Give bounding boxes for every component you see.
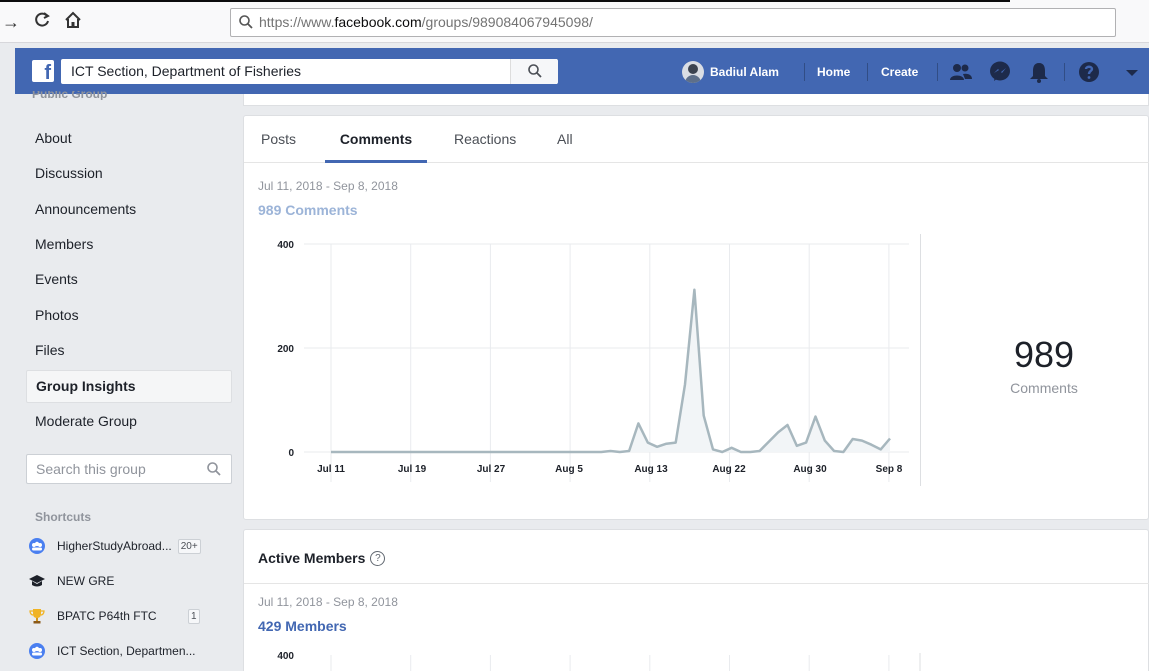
area-fill [331,289,890,452]
summary-label: Comments [1010,380,1078,396]
url-domain: facebook.com [334,14,422,30]
insights-tabs: Posts Comments Reactions All [244,116,1149,163]
date-range: Jul 11, 2018 - Sep 8, 2018 [258,595,398,609]
shortcut-label: HigherStudyAbroad... [57,539,172,553]
sidebar-item-moderate-group[interactable]: Moderate Group [26,405,232,438]
profile-link[interactable]: Badiul Alam [682,60,779,84]
shortcut-item[interactable]: HigherStudyAbroad... 20+ [28,535,238,557]
sidebar-item-discussion[interactable]: Discussion [26,157,232,190]
x-tick-label: Jul 27 [477,464,506,475]
divider [937,63,938,81]
members-chart: 400 [277,651,921,671]
trophy-icon [29,609,45,624]
divider [1064,63,1065,81]
facebook-search-button[interactable] [510,59,558,84]
chart-divider [920,234,921,486]
active-members-card: Active Members ? Jul 11, 2018 - Sep 8, 2… [243,529,1149,671]
y-tick-label: 400 [277,240,294,251]
shortcut-item[interactable]: ICT Section, Departmen... [28,640,238,662]
home-icon[interactable] [62,11,84,33]
url-bar[interactable]: https://www.facebook.com/groups/98908406… [230,8,1116,37]
sidebar-item-members[interactable]: Members [26,228,232,261]
create-link[interactable]: Create [881,60,918,84]
url-path: /groups/989084067945098/ [421,14,593,30]
friend-requests-icon[interactable] [949,60,973,84]
divider [867,63,868,81]
notification-badge: 1 [188,608,200,624]
comments-count: 989 Comments [258,202,358,218]
shortcut-label: BPATC P64th FTC [57,609,157,623]
home-link[interactable]: Home [817,60,850,84]
shortcut-label: ICT Section, Departmen... [57,644,196,658]
comments-insights-card: Posts Comments Reactions All Jul 11, 201… [243,115,1149,520]
forward-icon[interactable]: → [0,11,22,33]
reload-icon[interactable] [31,11,53,33]
y-tick-label: 400 [277,651,294,662]
divider [244,583,1149,584]
facebook-logo-icon[interactable]: f [32,60,54,82]
sidebar-item-about[interactable]: About [26,122,232,155]
active-members-title: Active Members [258,550,366,566]
x-tick-label: Aug 30 [793,464,827,475]
facebook-header: f ICT Section, Department of Fisheries B… [15,48,1149,94]
sidebar-item-files[interactable]: Files [26,334,232,367]
group-icon [29,643,45,659]
x-tick-label: Sep 8 [876,464,903,475]
x-tick-label: Jul 11 [317,464,345,475]
url-prefix: https://www. [259,14,335,30]
help-icon[interactable]: ? [370,550,386,566]
account-menu-icon[interactable] [1120,60,1144,84]
divider [804,63,805,81]
group-sidebar: Public Group About Discussion Announceme… [0,91,243,671]
tab-comments[interactable]: Comments [325,116,427,163]
sidebar-item-events[interactable]: Events [26,263,232,296]
window-edge [0,0,1010,2]
shortcut-label: NEW GRE [57,574,115,588]
tab-posts[interactable]: Posts [261,116,296,163]
group-search-placeholder: Search this group [36,461,146,477]
avatar [682,61,704,83]
x-tick-label: Aug 5 [555,464,583,475]
group-search-input[interactable]: Search this group [26,454,232,484]
comments-chart: 0 200 400 Jul 11 Jul 19 Jul 27 Aug 5 Aug 13 Aug … [277,240,909,482]
group-icon [29,538,45,554]
search-icon [207,462,221,476]
series-line [331,288,891,454]
sidebar-item-group-insights[interactable]: Group Insights [26,370,232,403]
summary-value: 989 [1013,334,1075,375]
tab-reactions[interactable]: Reactions [454,116,516,163]
x-tick-label: Aug 13 [634,464,668,475]
tab-all[interactable]: All [557,116,573,163]
messenger-icon[interactable] [988,60,1012,84]
shortcuts-heading: Shortcuts [35,510,92,524]
x-tick-label: Aug 22 [712,464,746,475]
date-range: Jul 11, 2018 - Sep 8, 2018 [258,179,398,193]
section-title: Active Members ? [258,550,386,566]
y-tick-label: 0 [288,448,294,459]
sidebar-item-photos[interactable]: Photos [26,299,232,332]
notifications-icon[interactable] [1027,60,1051,84]
shortcut-item[interactable]: BPATC P64th FTC 1 [28,605,238,627]
x-tick-label: Jul 19 [398,464,427,475]
sidebar-item-announcements[interactable]: Announcements [26,193,232,226]
search-icon [528,64,542,78]
group-privacy-label: Public Group [32,91,108,100]
y-tick-label: 200 [277,344,294,355]
search-icon [239,15,253,29]
shortcut-item[interactable]: NEW GRE [28,570,238,592]
previous-card-edge [243,94,1149,106]
graduation-cap-icon [29,575,45,587]
facebook-search-input[interactable]: ICT Section, Department of Fisheries [61,59,557,84]
members-count: 429 Members [258,618,347,634]
user-name: Badiul Alam [710,65,779,79]
browser-toolbar: → https://www.facebook.com/groups/989084… [0,0,1149,43]
help-icon[interactable] [1077,60,1101,84]
notification-badge: 20+ [177,538,201,554]
